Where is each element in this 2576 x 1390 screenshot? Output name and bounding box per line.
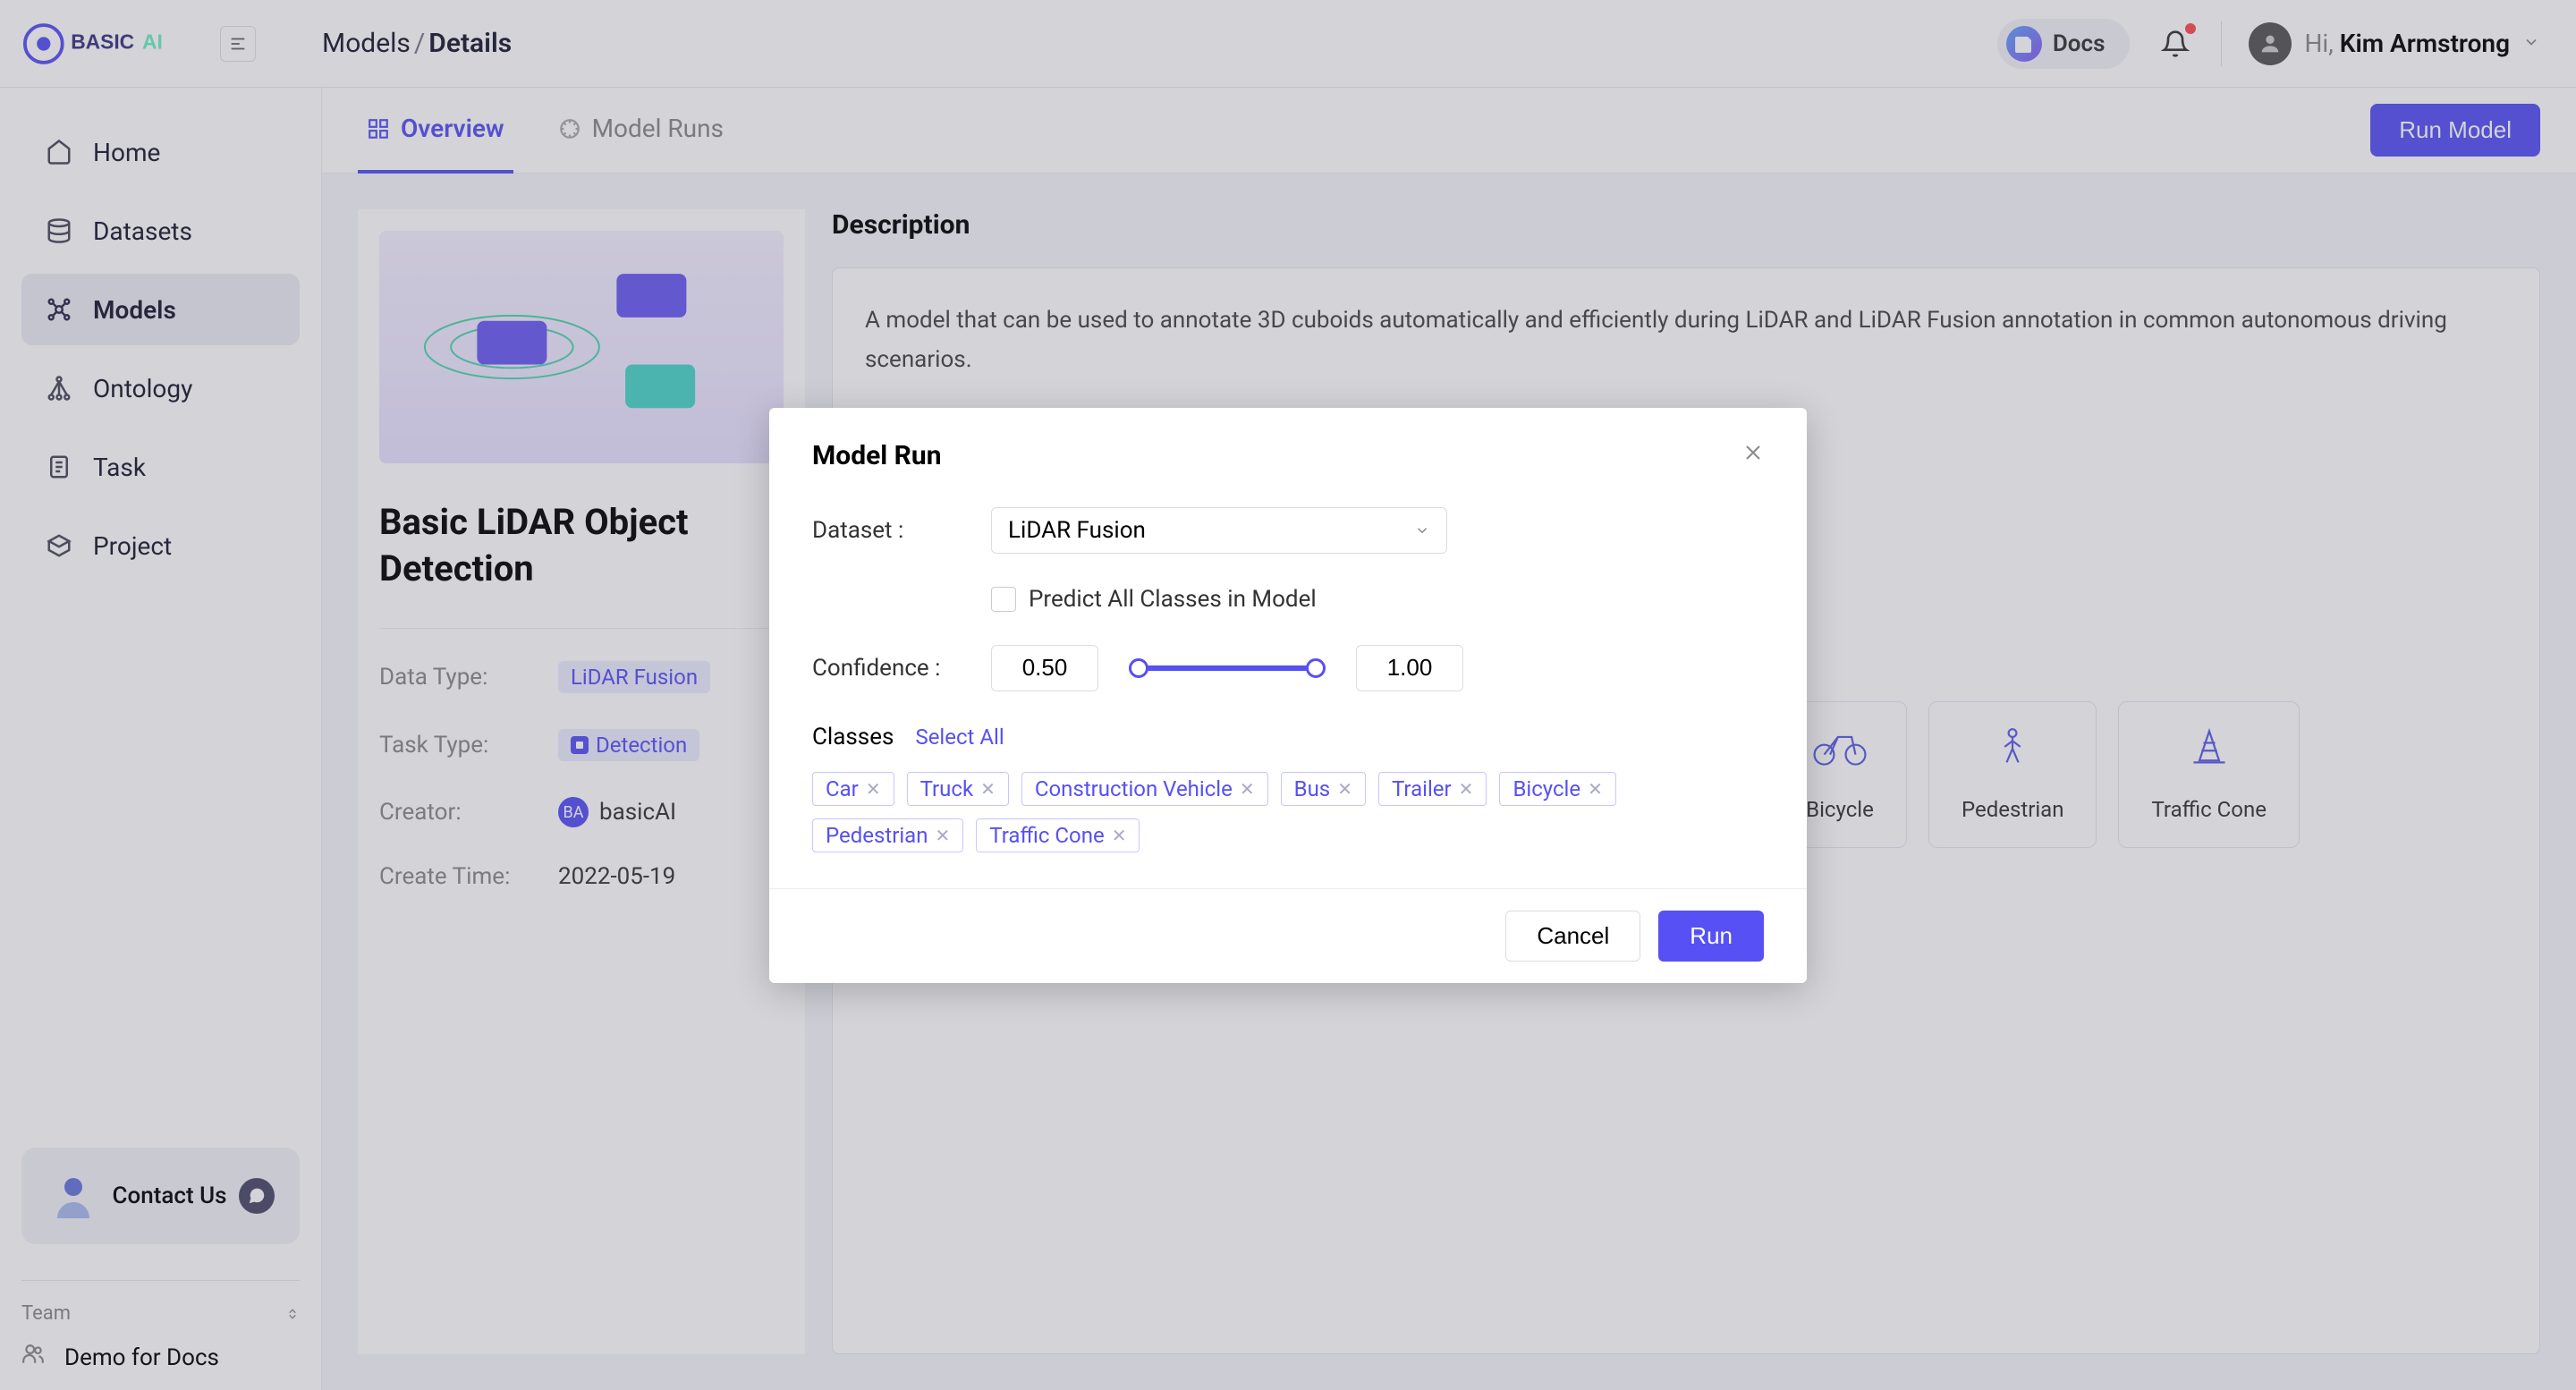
classes-chip-row: Car✕Truck✕Construction Vehicle✕Bus✕Trail… <box>812 772 1764 852</box>
chip-label: Bicycle <box>1513 776 1580 801</box>
predict-all-label: Predict All Classes in Model <box>1029 586 1317 613</box>
chip-remove-icon[interactable]: ✕ <box>1459 778 1474 800</box>
class-chip[interactable]: Construction Vehicle ✕ <box>1021 772 1268 806</box>
modal-body: Dataset : LiDAR Fusion Predict All Class… <box>769 498 1807 888</box>
confidence-max-input[interactable] <box>1356 645 1463 691</box>
dataset-select[interactable]: LiDAR Fusion <box>991 507 1447 554</box>
chip-remove-icon[interactable]: ✕ <box>866 778 881 800</box>
class-chip[interactable]: Truck ✕ <box>907 772 1009 806</box>
dataset-selected-value: LiDAR Fusion <box>1008 517 1146 544</box>
chip-remove-icon[interactable]: ✕ <box>1240 778 1255 800</box>
cancel-button[interactable]: Cancel <box>1505 911 1640 962</box>
chip-remove-icon[interactable]: ✕ <box>936 825 951 846</box>
chip-label: Pedestrian <box>826 823 928 848</box>
modal-footer: Cancel Run <box>769 888 1807 983</box>
classes-label: Classes <box>812 724 894 750</box>
class-chip[interactable]: Trailer ✕ <box>1378 772 1487 806</box>
chip-remove-icon[interactable]: ✕ <box>1337 778 1352 800</box>
chip-label: Truck <box>920 776 974 801</box>
close-icon <box>1742 442 1764 463</box>
chip-remove-icon[interactable]: ✕ <box>1588 778 1603 800</box>
chip-label: Bus <box>1294 776 1331 801</box>
chip-label: Car <box>826 776 859 801</box>
chevron-down-icon <box>1414 522 1430 538</box>
run-button[interactable]: Run <box>1658 911 1764 962</box>
chip-label: Trailer <box>1392 776 1452 801</box>
slider-thumb-min[interactable] <box>1129 658 1148 678</box>
class-chip[interactable]: Bicycle ✕ <box>1499 772 1615 806</box>
class-chip[interactable]: Traffic Cone ✕ <box>976 818 1140 852</box>
model-run-modal: Model Run Dataset : LiDAR Fusion Predict… <box>769 408 1807 983</box>
select-all-link[interactable]: Select All <box>915 725 1004 750</box>
chip-label: Construction Vehicle <box>1035 776 1233 801</box>
predict-all-checkbox[interactable] <box>991 587 1016 612</box>
class-chip[interactable]: Car ✕ <box>812 772 894 806</box>
confidence-label: Confidence : <box>812 655 973 682</box>
confidence-min-input[interactable] <box>991 645 1098 691</box>
predict-all-row[interactable]: Predict All Classes in Model <box>991 586 1764 613</box>
confidence-slider[interactable] <box>1129 665 1326 671</box>
chip-label: Traffic Cone <box>989 823 1104 848</box>
chip-remove-icon[interactable]: ✕ <box>980 778 996 800</box>
slider-thumb-max[interactable] <box>1306 658 1326 678</box>
class-chip[interactable]: Pedestrian ✕ <box>812 818 963 852</box>
modal-overlay: Model Run Dataset : LiDAR Fusion Predict… <box>0 0 2576 1390</box>
modal-title: Model Run <box>812 440 942 471</box>
modal-close-button[interactable] <box>1742 440 1764 470</box>
modal-header: Model Run <box>769 408 1807 498</box>
chip-remove-icon[interactable]: ✕ <box>1112 825 1127 846</box>
dataset-label: Dataset : <box>812 517 973 544</box>
class-chip[interactable]: Bus ✕ <box>1281 772 1366 806</box>
